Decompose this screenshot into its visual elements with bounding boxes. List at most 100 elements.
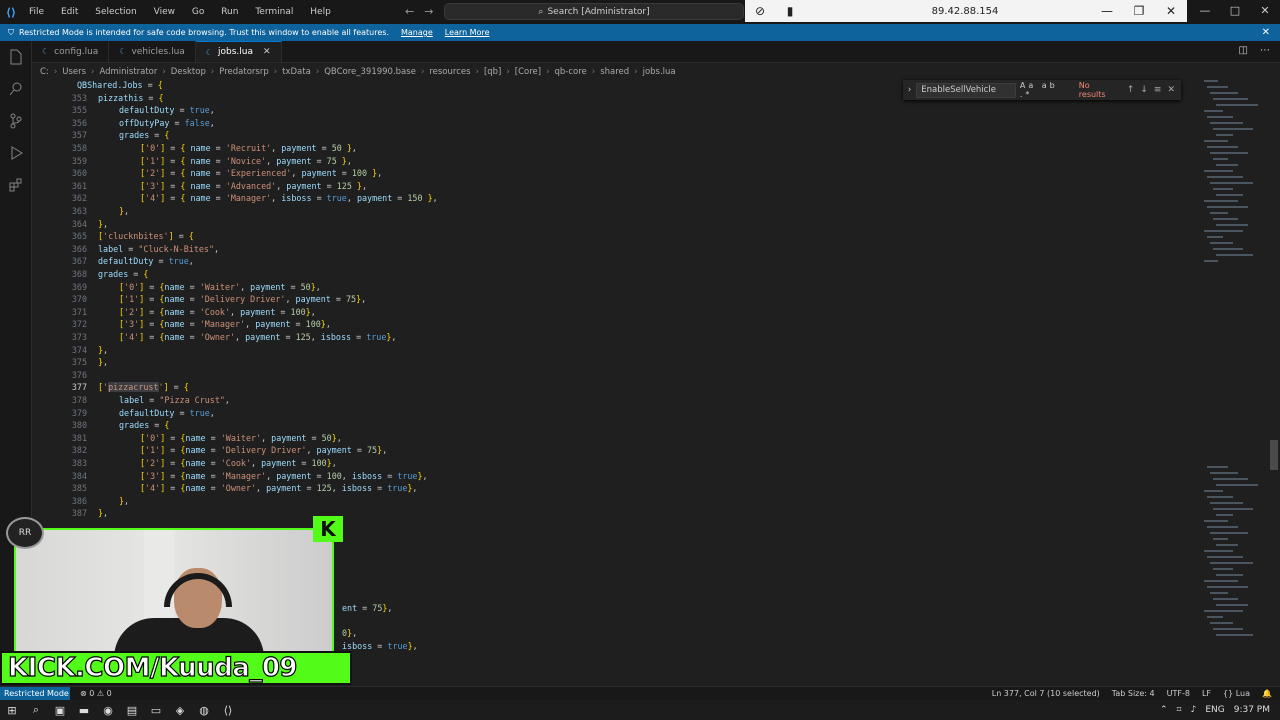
code-line[interactable]: 353 pizzathis = { — [32, 93, 164, 106]
breadcrumb-item[interactable]: txData — [282, 67, 311, 77]
breadcrumb-item[interactable]: resources — [429, 67, 470, 77]
code-line[interactable]: 370 ['1'] = {name = 'Delivery Driver', pa… — [32, 294, 366, 307]
banner-learn-more-link[interactable]: Learn More — [445, 28, 490, 37]
maximize-icon[interactable]: □ — [1220, 4, 1250, 17]
network-icon[interactable]: ⌗ — [1177, 705, 1182, 715]
remote-close-icon[interactable]: ✕ — [1155, 4, 1187, 18]
scrollbar-thumb[interactable] — [1270, 440, 1278, 470]
tab-vehicles-lua[interactable]: ☾ vehicles.lua — [109, 41, 196, 62]
chrome-icon[interactable]: ◉ — [96, 704, 120, 717]
extensions-icon[interactable] — [0, 169, 32, 201]
code-line[interactable]: 372 ['3'] = {name = 'Manager', payment = … — [32, 319, 331, 332]
next-match-icon[interactable]: ↓ — [1140, 85, 1154, 95]
menu-run[interactable]: Run — [214, 7, 245, 17]
tab-size[interactable]: Tab Size: 4 — [1112, 689, 1155, 698]
task-view-icon[interactable]: ▣ — [48, 704, 72, 717]
breadcrumb-item[interactable]: qb-core — [555, 67, 587, 77]
breadcrumb-item[interactable]: [Core] — [515, 67, 541, 77]
remote-minimize-icon[interactable]: — — [1091, 4, 1123, 18]
code-line[interactable]: 366 label = "Cluck-N-Bites", — [32, 244, 219, 257]
code-line[interactable]: 375}, — [32, 357, 108, 370]
encoding[interactable]: UTF-8 — [1167, 689, 1190, 698]
find-options[interactable]: Aa ab .* — [1020, 81, 1073, 99]
run-debug-icon[interactable] — [0, 137, 32, 169]
chevron-up-icon[interactable]: ⌃ — [1160, 705, 1168, 715]
source-control-icon[interactable] — [0, 105, 32, 137]
code-line[interactable]: 364}, — [32, 219, 108, 232]
tab-config-lua[interactable]: ☾ config.lua — [32, 41, 110, 62]
banner-close-icon[interactable]: ✕ — [1262, 27, 1270, 38]
breadcrumb-item[interactable]: QBCore_391990.base — [324, 67, 416, 77]
code-line[interactable]: 373 ['4'] = {name = 'Owner', payment = 12… — [32, 332, 397, 345]
start-icon[interactable]: ⊞ — [0, 704, 24, 717]
restricted-mode-status[interactable]: Restricted Mode — [0, 686, 70, 701]
code-line[interactable]: 369 ['0'] = {name = 'Waiter', payment = 5… — [32, 282, 321, 295]
close-icon[interactable]: ✕ — [1250, 4, 1280, 17]
search-icon[interactable]: ⌕ — [24, 703, 48, 717]
language-mode[interactable]: {} Lua — [1223, 689, 1250, 698]
code-line[interactable]: 383 ['2'] = {name = 'Cook', payment = 100… — [32, 458, 337, 471]
code-line[interactable]: 371 ['2'] = {name = 'Cook', payment = 100… — [32, 307, 316, 320]
code-line[interactable]: 380 grades = { — [32, 420, 170, 433]
menu-help[interactable]: Help — [303, 7, 338, 17]
code-line[interactable]: 359 ['1'] = { name = 'Novice', payment = … — [32, 156, 352, 169]
code-line[interactable]: 361 ['3'] = { name = 'Advanced', payment … — [32, 181, 367, 194]
code-line[interactable]: 381 ['0'] = {name = 'Waiter', payment = 5… — [32, 433, 342, 446]
menu-go[interactable]: Go — [185, 7, 211, 17]
code-line[interactable]: 374}, — [32, 345, 108, 358]
banner-manage-link[interactable]: Manage — [401, 28, 433, 37]
split-editor-icon[interactable]: ◫ — [1239, 45, 1248, 56]
code-line[interactable]: 368 grades = { — [32, 269, 149, 282]
cursor-position[interactable]: Ln 377, Col 7 (10 selected) — [992, 689, 1100, 698]
vscode-icon[interactable]: ⟨⟩ — [216, 704, 240, 717]
code-line[interactable]: 363}, — [32, 206, 129, 219]
code-line[interactable]: 360 ['2'] = { name = 'Experienced', payme… — [32, 168, 382, 181]
notifications-icon[interactable]: 🔔 — [1262, 689, 1272, 698]
file-explorer-icon[interactable]: ▬ — [72, 704, 96, 717]
explorer-icon[interactable] — [0, 41, 32, 73]
minimize-icon[interactable]: — — [1190, 4, 1220, 17]
toggle-replace-icon[interactable]: › — [903, 85, 916, 95]
breadcrumb-item[interactable]: Users — [62, 67, 86, 77]
forward-arrow-icon[interactable]: → — [424, 5, 433, 18]
search-icon[interactable] — [0, 73, 32, 105]
code-line[interactable]: 365 ['clucknbites'] = { — [32, 231, 194, 244]
minimap[interactable] — [1200, 80, 1268, 686]
code-line[interactable]: 355 defaultDuty = true, — [32, 105, 215, 118]
code-line[interactable]: 376 — [32, 370, 87, 383]
code-line[interactable]: 367 defaultDuty = true, — [32, 256, 194, 269]
end-of-line[interactable]: LF — [1202, 689, 1211, 698]
code-line[interactable]: 378 label = "Pizza Crust", — [32, 395, 230, 408]
breadcrumb-item[interactable]: Desktop — [171, 67, 206, 77]
more-actions-icon[interactable]: ⋯ — [1260, 45, 1270, 56]
code-line[interactable]: 385 ['4'] = {name = 'Owner', payment = 12… — [32, 483, 418, 496]
back-arrow-icon[interactable]: ← — [405, 5, 414, 18]
code-line[interactable]: 379 defaultDuty = true, — [32, 408, 215, 421]
terminal-icon[interactable]: ▭ — [144, 704, 168, 717]
code-line[interactable]: 387}, — [32, 508, 108, 521]
code-line[interactable]: 3 QBShared.Jobs = { — [32, 80, 163, 93]
previous-match-icon[interactable]: ↑ — [1127, 85, 1141, 95]
find-in-selection-icon[interactable]: ≡ — [1154, 85, 1168, 95]
tab-close-icon[interactable]: ✕ — [263, 47, 271, 57]
breadcrumb-item[interactable]: C: — [40, 67, 49, 77]
code-line[interactable]: 357 grades = { — [32, 130, 170, 143]
menu-edit[interactable]: Edit — [54, 7, 85, 17]
tab-jobs-lua[interactable]: ☾ jobs.lua ✕ — [195, 41, 282, 62]
breadcrumb-item[interactable]: [qb] — [484, 67, 501, 77]
code-line[interactable]: 382 ['1'] = {name = 'Delivery Driver', pa… — [32, 445, 387, 458]
find-input[interactable]: EnableSellVehicle — [916, 82, 1016, 98]
language-indicator[interactable]: ENG — [1205, 705, 1224, 715]
code-line[interactable]: 358 ['0'] = { name = 'Recruit', payment =… — [32, 143, 357, 156]
breadcrumb-item[interactable]: Predatorsrp — [219, 67, 268, 77]
menu-terminal[interactable]: Terminal — [248, 7, 300, 17]
breadcrumb-item[interactable]: jobs.lua — [643, 67, 676, 77]
app-icon[interactable]: ◈ — [168, 704, 192, 717]
menu-selection[interactable]: Selection — [88, 7, 143, 17]
code-line[interactable]: 362 ['4'] = { name = 'Manager', isboss = … — [32, 193, 438, 206]
app-icon[interactable]: ◍ — [192, 704, 216, 717]
code-line[interactable]: 377 ['pizzacrust'] = { — [32, 382, 189, 395]
remote-restore-icon[interactable]: ❐ — [1123, 4, 1155, 18]
clock[interactable]: 9:37 PM — [1234, 705, 1270, 715]
problems-status[interactable]: ⊗ 0 ⚠ 0 — [80, 689, 112, 698]
